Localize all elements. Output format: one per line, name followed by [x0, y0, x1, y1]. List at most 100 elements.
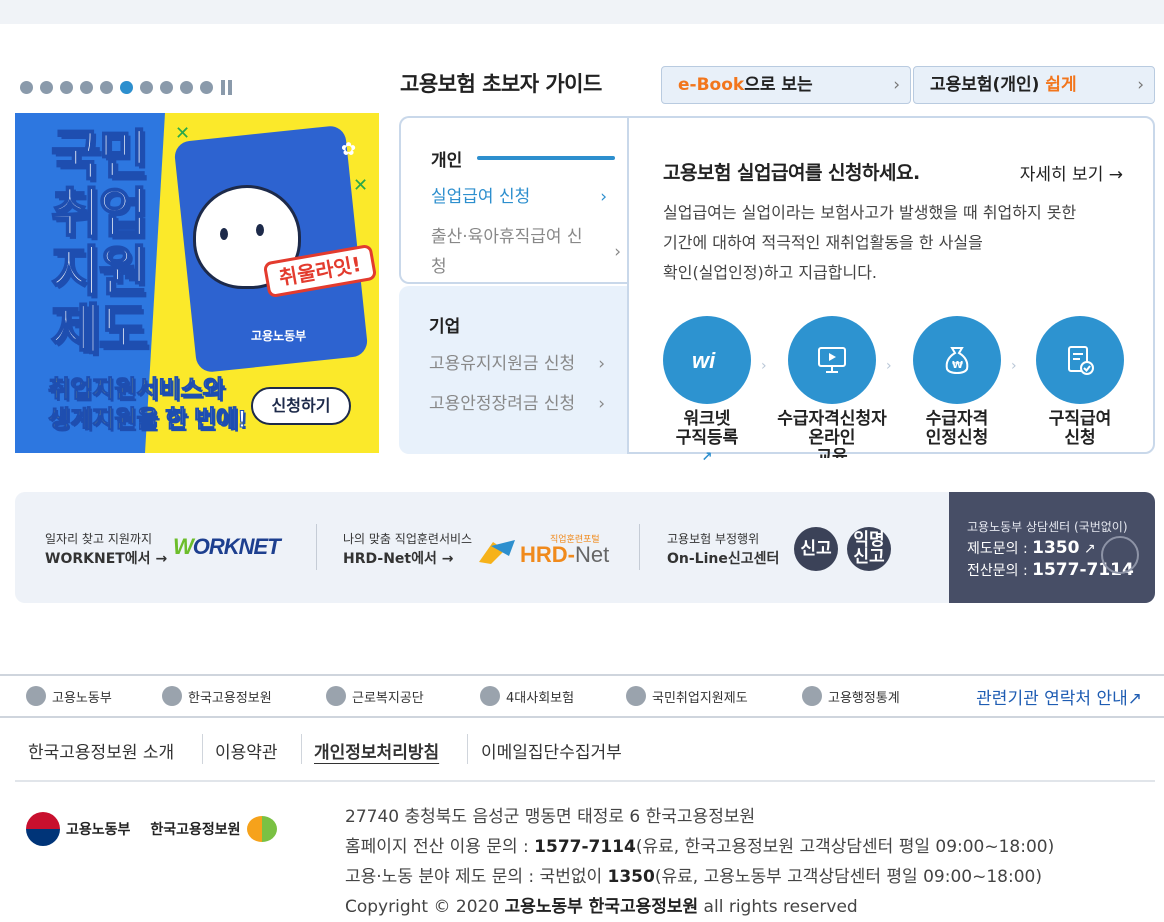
org-label: 국민취업지원제도 — [652, 690, 748, 706]
chevron-right-icon: › — [600, 187, 607, 207]
flower-icon: ✿ — [341, 139, 357, 160]
banner-sub-text: 와 — [202, 376, 225, 404]
anonymous-report-button[interactable]: 익명 신고 — [847, 527, 891, 571]
menu-employment-retention-subsidy[interactable]: 고용유지지원금 신청 › — [429, 349, 619, 379]
more-link[interactable]: 자세히 보기 → — [1020, 160, 1123, 185]
address-text: (유료, 고용노동부 고객상담센터 평일 09:00~18:00) — [654, 867, 1042, 887]
svg-text:wi: wi — [692, 348, 716, 372]
panel-title: 고용보험 실업급여를 신청하세요. — [663, 162, 920, 184]
footer-link-email-refusal[interactable]: 이메일집단수집거부 — [481, 738, 622, 763]
org-link-4insure[interactable]: 4대사회보험 — [480, 686, 574, 706]
org-label: 근로복지공단 — [352, 690, 424, 706]
worknet-bold-text: WORKNET에서 → — [45, 551, 168, 567]
org-label: 한국고용정보원 — [188, 690, 272, 706]
address-line: 홈페이지 전산 이용 문의 : 1577-7114(유료, 한국고용정보원 고객… — [345, 832, 1054, 862]
chevron-right-icon: › — [598, 394, 605, 414]
carousel-dot[interactable] — [200, 81, 213, 94]
address-line: 고용·노동 분야 제도 문의 : 국번없이 1350(유료, 고용노동부 고객상… — [345, 862, 1054, 892]
sparkle-icon: ✕ — [353, 175, 369, 196]
carousel-dot[interactable] — [20, 81, 33, 94]
call-policy-number[interactable]: 제도문의 : 1350 ↗ — [967, 538, 1096, 558]
address-line: 27740 충청북도 음성군 맹동면 태정로 6 한국고용정보원 — [345, 807, 756, 827]
ebook-guide-button[interactable]: e-Book으로 보는 › — [661, 66, 911, 104]
related-organizations: 고용노동부 한국고용정보원 근로복지공단 4대사회보험 국민취업지원제도 고용행… — [0, 674, 1164, 718]
hrd-net-logo: HRD-Net — [520, 542, 609, 568]
carousel-dot[interactable] — [180, 81, 193, 94]
banner-sub-highlight: 취업지원서비스 — [48, 376, 204, 404]
carousel-dot-active[interactable] — [120, 81, 133, 94]
report-button[interactable]: 신고 — [794, 527, 838, 571]
worknet-bold-label: WORKNET에서 — [45, 551, 151, 567]
worknet-logo: WORKNET — [173, 534, 281, 560]
keis-logo-text: 한국고용정보원 — [150, 822, 241, 838]
eis-icon — [802, 686, 822, 706]
banner-title-line: 국민 — [50, 126, 149, 186]
footer-links: 한국고용정보원 소개 이용약관 개인정보처리방침 이메일집단수집거부 — [15, 732, 1155, 782]
guide-tabs: 개인 실업급여 신청 › 출산·육아휴직급여 신청 › 기업 고용유지지원금 신… — [399, 116, 629, 454]
banner-title-line: 취업 — [50, 184, 149, 244]
external-link-icon: ↗ — [1083, 541, 1096, 557]
org-label: 4대사회보험 — [506, 690, 575, 706]
footer-link-about[interactable]: 한국고용정보원 소개 — [28, 738, 174, 763]
step-label: 구직등록 — [675, 428, 739, 448]
step-label: 신청 — [1064, 428, 1096, 448]
step-eligibility[interactable]: ₩ 수급자격 인정신청 — [902, 316, 1012, 448]
tab-company[interactable]: 기업 고용유지지원금 신청 › 고용안정장려금 신청 › — [399, 286, 629, 454]
desc-line: 확인(실업인정)하고 지급합니다. — [663, 263, 878, 282]
carousel-dot[interactable] — [160, 81, 173, 94]
report-bold-text: On-Line신고센터 — [667, 551, 780, 567]
org-label: 고용행정통계 — [828, 690, 900, 706]
org-contact-link[interactable]: 관련기관 연락처 안내↗ — [976, 684, 1142, 709]
chevron-right-icon: › — [893, 75, 900, 95]
org-link-keis[interactable]: 한국고용정보원 — [162, 686, 272, 706]
carousel-dot[interactable] — [60, 81, 73, 94]
copyright: Copyright © 2020 고용노동부 한국고용정보원 all right… — [345, 892, 1054, 922]
org-link-moel[interactable]: 고용노동부 — [26, 686, 112, 706]
easy-guide-button[interactable]: 고용보험(개인) 쉽게 › — [913, 66, 1155, 104]
keis-logo: 한국고용정보원 — [150, 816, 277, 842]
call-label: 전산문의 : — [967, 563, 1033, 579]
step-online-education[interactable]: 수급자격신청자 온라인 교육 — [777, 316, 887, 458]
apply-button[interactable]: 신청하기 — [251, 387, 351, 425]
menu-employment-stability-incentive[interactable]: 고용안정장려금 신청 › — [429, 389, 619, 419]
org-link-kua[interactable]: 국민취업지원제도 — [626, 686, 748, 706]
kua-icon — [626, 686, 646, 706]
divider — [202, 734, 203, 764]
menu-parental-leave-benefit[interactable]: 출산·육아휴직급여 신청 › — [431, 222, 621, 282]
banner-title: 국민 취업 지원 제도 — [50, 126, 149, 360]
tab-personal[interactable]: 개인 실업급여 신청 › 출산·육아휴직급여 신청 › — [399, 116, 629, 284]
worknet-logo-text: ORKNET — [192, 534, 281, 559]
worknet-link[interactable]: 일자리 찾고 지원까지 WORKNET에서 → WORKNET — [15, 492, 315, 603]
menu-label: 고용안정장려금 신청 — [429, 394, 576, 414]
comwel-icon — [326, 686, 346, 706]
carousel-dot[interactable] — [40, 81, 53, 94]
promo-banner[interactable]: 취울라잇! 고용노동부 ✕ ✕ ✿ 국민 취업 지원 제도 취업지원서비스와 생… — [15, 113, 379, 453]
banner-sub-text: 을 한 번에! — [136, 406, 247, 434]
address-text: 홈페이지 전산 이용 문의 : — [345, 837, 535, 857]
step-job-seeking-benefit[interactable]: 구직급여 신청 — [1025, 316, 1135, 448]
copyright-text: Copyright © 2020 — [345, 897, 505, 917]
step-worknet[interactable]: wi 워크넷 구직등록 ↗ — [652, 316, 762, 467]
carousel-dot[interactable] — [100, 81, 113, 94]
chevron-right-icon: › — [598, 354, 605, 374]
footer-link-privacy[interactable]: 개인정보처리방침 — [314, 738, 439, 763]
document-check-icon — [1036, 316, 1124, 404]
hrd-bold-text: HRD-Net에서 → — [343, 551, 454, 567]
step-label: 교육 — [816, 448, 848, 458]
guide-panel: 고용보험 실업급여를 신청하세요. 자세히 보기 → 실업급여는 실업이라는 보… — [627, 116, 1155, 465]
easy-accent: 쉽게 — [1045, 75, 1077, 95]
carousel-dot[interactable] — [80, 81, 93, 94]
carousel-dot[interactable] — [140, 81, 153, 94]
org-link-eis[interactable]: 고용행정통계 — [802, 686, 900, 706]
menu-unemployment-benefit[interactable]: 실업급여 신청 › — [431, 182, 621, 212]
report-small-text: 고용보험 부정행위 — [667, 532, 760, 546]
arrow-right-icon: → — [1108, 165, 1123, 185]
chevron-right-icon: › — [1137, 75, 1144, 95]
tab-personal-head: 개인 — [431, 151, 463, 171]
menu-label: 출산·육아휴직급여 신청 — [431, 227, 583, 277]
org-link-comwel[interactable]: 근로복지공단 — [326, 686, 424, 706]
call-center: 고용노동부 상담센터 (국번없이) 제도문의 : 1350 ↗ 전산문의 : 1… — [949, 492, 1155, 603]
footer-link-terms[interactable]: 이용약관 — [215, 738, 278, 763]
pause-icon[interactable] — [221, 80, 232, 95]
desc-line: 실업급여는 실업이라는 보험사고가 발생했을 때 취업하지 못한 — [663, 203, 1077, 222]
